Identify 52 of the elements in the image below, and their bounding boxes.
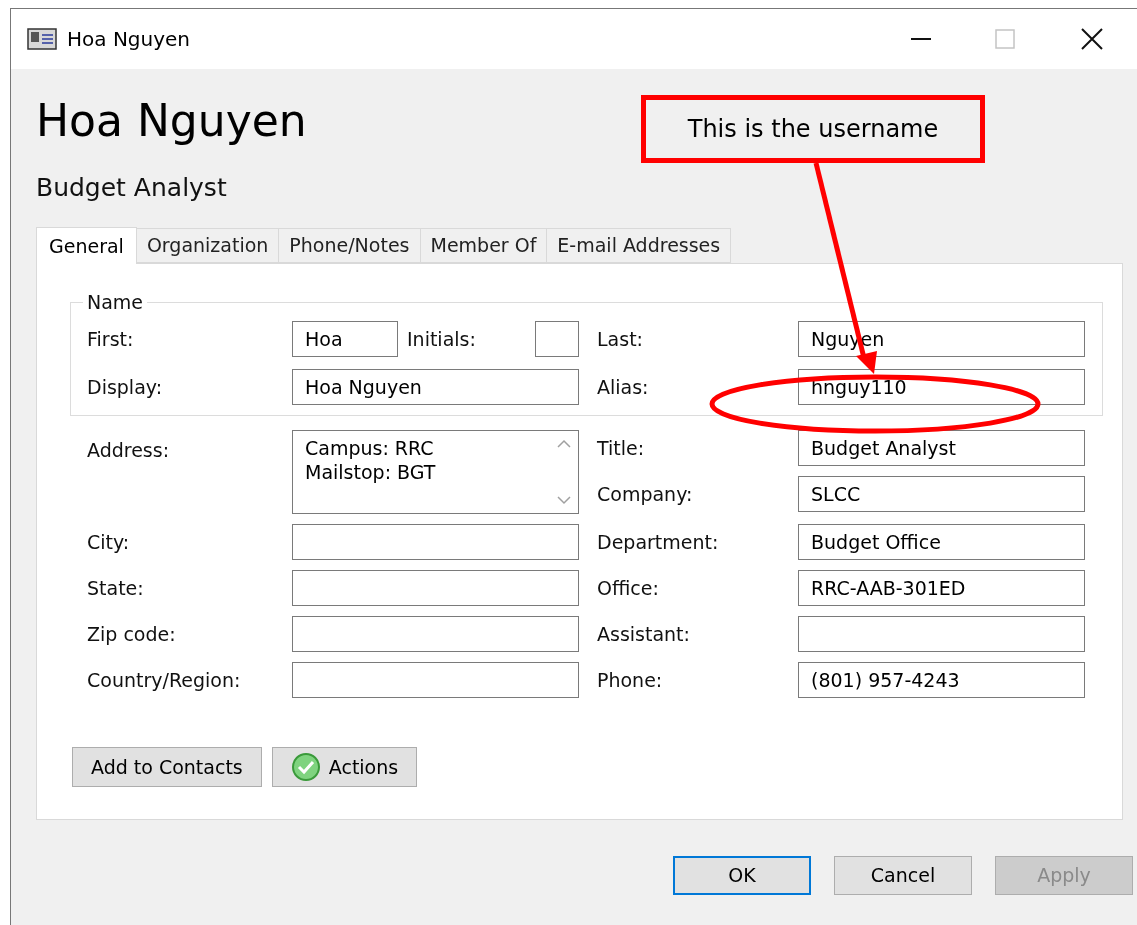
tab[interactable]: Organization bbox=[136, 228, 280, 263]
text-field[interactable]: (801) 957-4243 bbox=[798, 662, 1085, 698]
field-label: Display: bbox=[87, 374, 164, 400]
text-field[interactable] bbox=[292, 662, 579, 698]
text-field[interactable] bbox=[292, 616, 579, 652]
field-label: City: bbox=[87, 529, 131, 555]
add-contact-button[interactable]: Add to Contacts bbox=[72, 747, 262, 787]
scroll-down-icon[interactable] bbox=[557, 496, 571, 505]
text-field[interactable] bbox=[535, 321, 579, 357]
address-line: Campus: RRC bbox=[305, 436, 435, 460]
field-label: Assistant: bbox=[597, 621, 691, 647]
tab[interactable]: Member Of bbox=[420, 228, 548, 263]
field-label: Initials: bbox=[406, 326, 477, 352]
scroll-up-icon[interactable] bbox=[557, 439, 571, 448]
window-title: Hoa Nguyen bbox=[67, 26, 191, 53]
contact-card-icon bbox=[27, 28, 57, 50]
text-field[interactable]: SLCC bbox=[798, 476, 1085, 512]
field-label: State: bbox=[87, 575, 145, 601]
field-label: Company: bbox=[597, 481, 694, 507]
contact-name-heading: Hoa Nguyen bbox=[36, 94, 307, 148]
text-field[interactable]: Budget Office bbox=[798, 524, 1085, 560]
check-circle-icon bbox=[290, 752, 321, 782]
minimize-icon bbox=[911, 38, 931, 40]
text-field[interactable]: RRC-AAB-301ED bbox=[798, 570, 1085, 606]
close-icon bbox=[1081, 28, 1103, 50]
job-title-subheading: Budget Analyst bbox=[36, 172, 227, 204]
field-label: Phone: bbox=[597, 667, 664, 693]
field-label: Address: bbox=[87, 438, 171, 463]
address-text-area[interactable]: Campus: RRC Mailstop: BGT bbox=[292, 430, 579, 514]
actions-button[interactable]: Actions bbox=[271, 747, 418, 787]
field-label: Office: bbox=[597, 575, 660, 601]
callout-box: This is the username bbox=[641, 95, 985, 163]
text-field[interactable] bbox=[292, 570, 579, 606]
field-label: Title: bbox=[597, 435, 646, 461]
field-label: Zip code: bbox=[87, 621, 177, 647]
maximize-icon bbox=[995, 29, 1015, 49]
address-line: Mailstop: BGT bbox=[305, 460, 437, 484]
field-label: Last: bbox=[597, 326, 644, 352]
field-label: Department: bbox=[597, 529, 720, 555]
dialog-button[interactable]: Cancel bbox=[834, 856, 972, 895]
tab[interactable]: Phone/Notes bbox=[279, 228, 421, 263]
tab[interactable]: E-mail Addresses bbox=[547, 228, 732, 263]
text-field[interactable]: Hoa bbox=[292, 321, 398, 357]
text-field[interactable]: Hoa Nguyen bbox=[292, 369, 579, 405]
text-field[interactable] bbox=[798, 616, 1085, 652]
field-label: Country/Region: bbox=[87, 667, 242, 693]
field-label: First: bbox=[87, 326, 135, 352]
dialog-button[interactable]: OK bbox=[673, 856, 811, 895]
text-field[interactable] bbox=[292, 524, 579, 560]
field-label: Alias: bbox=[597, 374, 650, 400]
text-field[interactable]: Budget Analyst bbox=[798, 430, 1085, 466]
tab[interactable]: General bbox=[36, 227, 137, 264]
